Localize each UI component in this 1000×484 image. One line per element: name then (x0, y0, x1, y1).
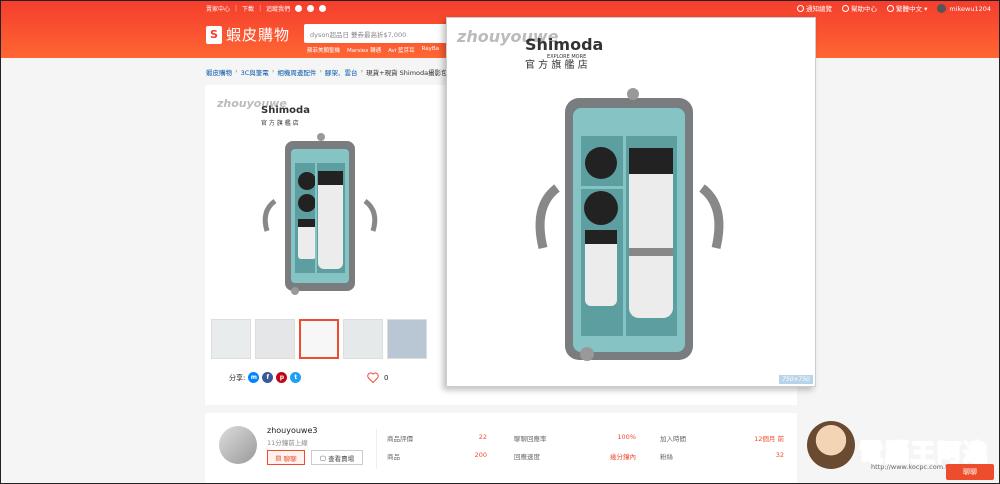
instagram-icon[interactable] (307, 5, 315, 12)
shopee-logo[interactable]: S 蝦皮購物 (206, 24, 290, 45)
page-frame: 賣家中心 | 下載 | 追蹤我們 通知總覽 幫助中心 繁體中文 ▾ mikewu… (0, 0, 1000, 484)
stat-products: 商品 200 (387, 451, 487, 461)
breadcrumb-item[interactable]: 腳架、雲台 (325, 67, 358, 77)
hot-keyword[interactable]: Avi 藍芽耳 (388, 46, 414, 54)
help-label: 幫助中心 (851, 5, 877, 13)
language-select[interactable]: 繁體中文 ▾ (887, 3, 927, 13)
messenger-icon[interactable]: m (248, 372, 260, 383)
username: mikewu1204 (949, 4, 991, 13)
chevron-right-icon: › (360, 67, 364, 75)
chevron-right-icon: › (271, 67, 275, 75)
floating-chat-label: 聊聊 (963, 468, 977, 476)
shopping-bag-icon: S (206, 25, 222, 44)
stat-ratings: 商品評價 22 (387, 433, 487, 443)
chevron-right-icon: › (235, 67, 238, 75)
like-count: 0 (384, 373, 389, 382)
stat-response-rate: 聊聊回應率 100% (514, 433, 636, 443)
thumbnail-strip (211, 319, 427, 359)
chat-button[interactable]: ▤ 聊聊 (267, 450, 305, 465)
language-label: 繁體中文 (896, 5, 922, 13)
help-link[interactable]: 幫助中心 (842, 3, 877, 13)
notifications-label: 通知總覽 (806, 5, 832, 13)
breadcrumb: 蝦皮購物 › 3C與筆電 › 相機周邊配件 › 腳架、雲台 › 現貨+現貨 Shimod… (206, 67, 448, 77)
stat-value: 200 (474, 451, 487, 459)
mascot-avatar (807, 421, 855, 469)
facebook-icon[interactable]: f (262, 372, 274, 383)
stat-label: 回應速度 (514, 453, 540, 461)
logo-text: 蝦皮購物 (226, 26, 291, 44)
shop-avatar[interactable] (219, 426, 257, 464)
hot-keywords: 蘇菲美顏聖機 Marsiex 轉通 Avi 藍芽耳 RayBa (307, 46, 439, 54)
divider: | (235, 5, 238, 12)
facebook-icon[interactable] (295, 5, 303, 12)
follow-us-label: 追蹤我們 (266, 6, 291, 13)
user-avatar (937, 3, 947, 13)
chat-icon: ▤ (275, 453, 282, 462)
floating-chat-button[interactable]: 聊聊 (946, 464, 994, 480)
zoom-size-label: 750×750 (779, 375, 813, 384)
hot-keyword[interactable]: Marsiex 轉通 (347, 46, 381, 54)
camera-bag-photo: zhouyouwe Shimoda 官 方 旗 艦 店 (216, 97, 378, 295)
line-icon[interactable] (319, 5, 327, 12)
thumbnail[interactable] (343, 319, 383, 359)
thumbnail[interactable] (255, 319, 295, 359)
stat-label: 聊聊回應率 (514, 435, 547, 443)
thumbnail-active[interactable] (299, 319, 339, 359)
seller-center-link[interactable]: 賣家中心 (206, 4, 230, 13)
stat-value: 22 (478, 433, 487, 441)
share-label: 分享: (229, 373, 246, 382)
stat-value: 幾分鐘內 (610, 453, 636, 461)
store-icon: ▢ (319, 453, 327, 462)
stat-label: 粉絲 (660, 453, 673, 461)
stat-value: 12個月 前 (754, 435, 784, 443)
thumbnail[interactable] (211, 319, 251, 359)
share-bar: 分享: m f p t (229, 372, 302, 383)
badge-url: http://www.kocpc.com.tw (871, 463, 953, 471)
download-link[interactable]: 下載 (242, 4, 254, 13)
store-label: 官 方 旗 艦 店 (525, 58, 588, 71)
twitter-icon[interactable]: t (290, 372, 302, 383)
breadcrumb-current: 現貨+現貨 Shimoda攝影包 (366, 69, 448, 77)
top-nav: 賣家中心 | 下載 | 追蹤我們 (206, 4, 327, 13)
search-input[interactable]: dyson超品日 雙券最高折$7,000 (304, 24, 449, 43)
shop-stats: 商品評價 22 商品 200 聊聊回應率 100% 回應速度 幾分鐘內 加入時間 12個月… (376, 429, 784, 469)
breadcrumb-item[interactable]: 相機周邊配件 (277, 67, 316, 77)
brand-name: Shimoda (525, 35, 603, 54)
stat-followers: 粉絲 32 (660, 451, 784, 461)
stat-label: 商品評價 (387, 435, 413, 443)
divider: | (259, 5, 262, 12)
user-menu[interactable]: mikewu1204 (937, 3, 991, 13)
brand-name: Shimoda (261, 105, 310, 116)
thumbnail[interactable] (387, 319, 427, 359)
stat-label: 加入時間 (660, 435, 686, 443)
store-label: 官 方 旗 艦 店 (261, 119, 299, 127)
hot-keyword[interactable]: RayBa (422, 46, 439, 54)
stat-joined: 加入時間 12個月 前 (660, 433, 784, 443)
like-button[interactable]: 0 (367, 372, 388, 383)
hot-keyword[interactable]: 蘇菲美顏聖機 (307, 46, 340, 54)
chevron-right-icon: › (319, 67, 323, 75)
shop-name: zhouyouwe3 (267, 426, 318, 435)
stat-value: 32 (775, 451, 784, 459)
globe-icon (887, 5, 894, 12)
image-zoom-overlay: zhouyouwe Shimoda EXPLORE MORE 官 方 旗 艦 店 (446, 17, 816, 387)
heart-icon (367, 372, 379, 383)
pinterest-icon[interactable]: p (276, 372, 288, 383)
product-main-image[interactable]: zhouyouwe Shimoda 官 方 旗 艦 店 (215, 91, 427, 303)
zoomed-camera-bag-photo: zhouyouwe Shimoda EXPLORE MORE 官 方 旗 艦 店 (456, 27, 724, 361)
view-shop-label: 查看賣場 (328, 454, 355, 463)
breadcrumb-item[interactable]: 3C與筆電 (241, 67, 269, 77)
stat-response-time: 回應速度 幾分鐘內 (514, 451, 636, 461)
stat-value: 100% (617, 433, 636, 441)
chat-label: 聊聊 (283, 454, 297, 463)
shop-online-status: 11分鐘前上線 (267, 439, 308, 447)
help-icon (842, 5, 849, 12)
stat-label: 商品 (387, 453, 400, 461)
bell-icon (797, 5, 804, 12)
top-right-nav: 通知總覽 幫助中心 繁體中文 ▾ mikewu1204 (797, 3, 991, 13)
view-shop-button[interactable]: ▢ 查看賣場 (311, 450, 363, 465)
notifications-link[interactable]: 通知總覽 (797, 3, 832, 13)
breadcrumb-item[interactable]: 蝦皮購物 (206, 67, 232, 77)
